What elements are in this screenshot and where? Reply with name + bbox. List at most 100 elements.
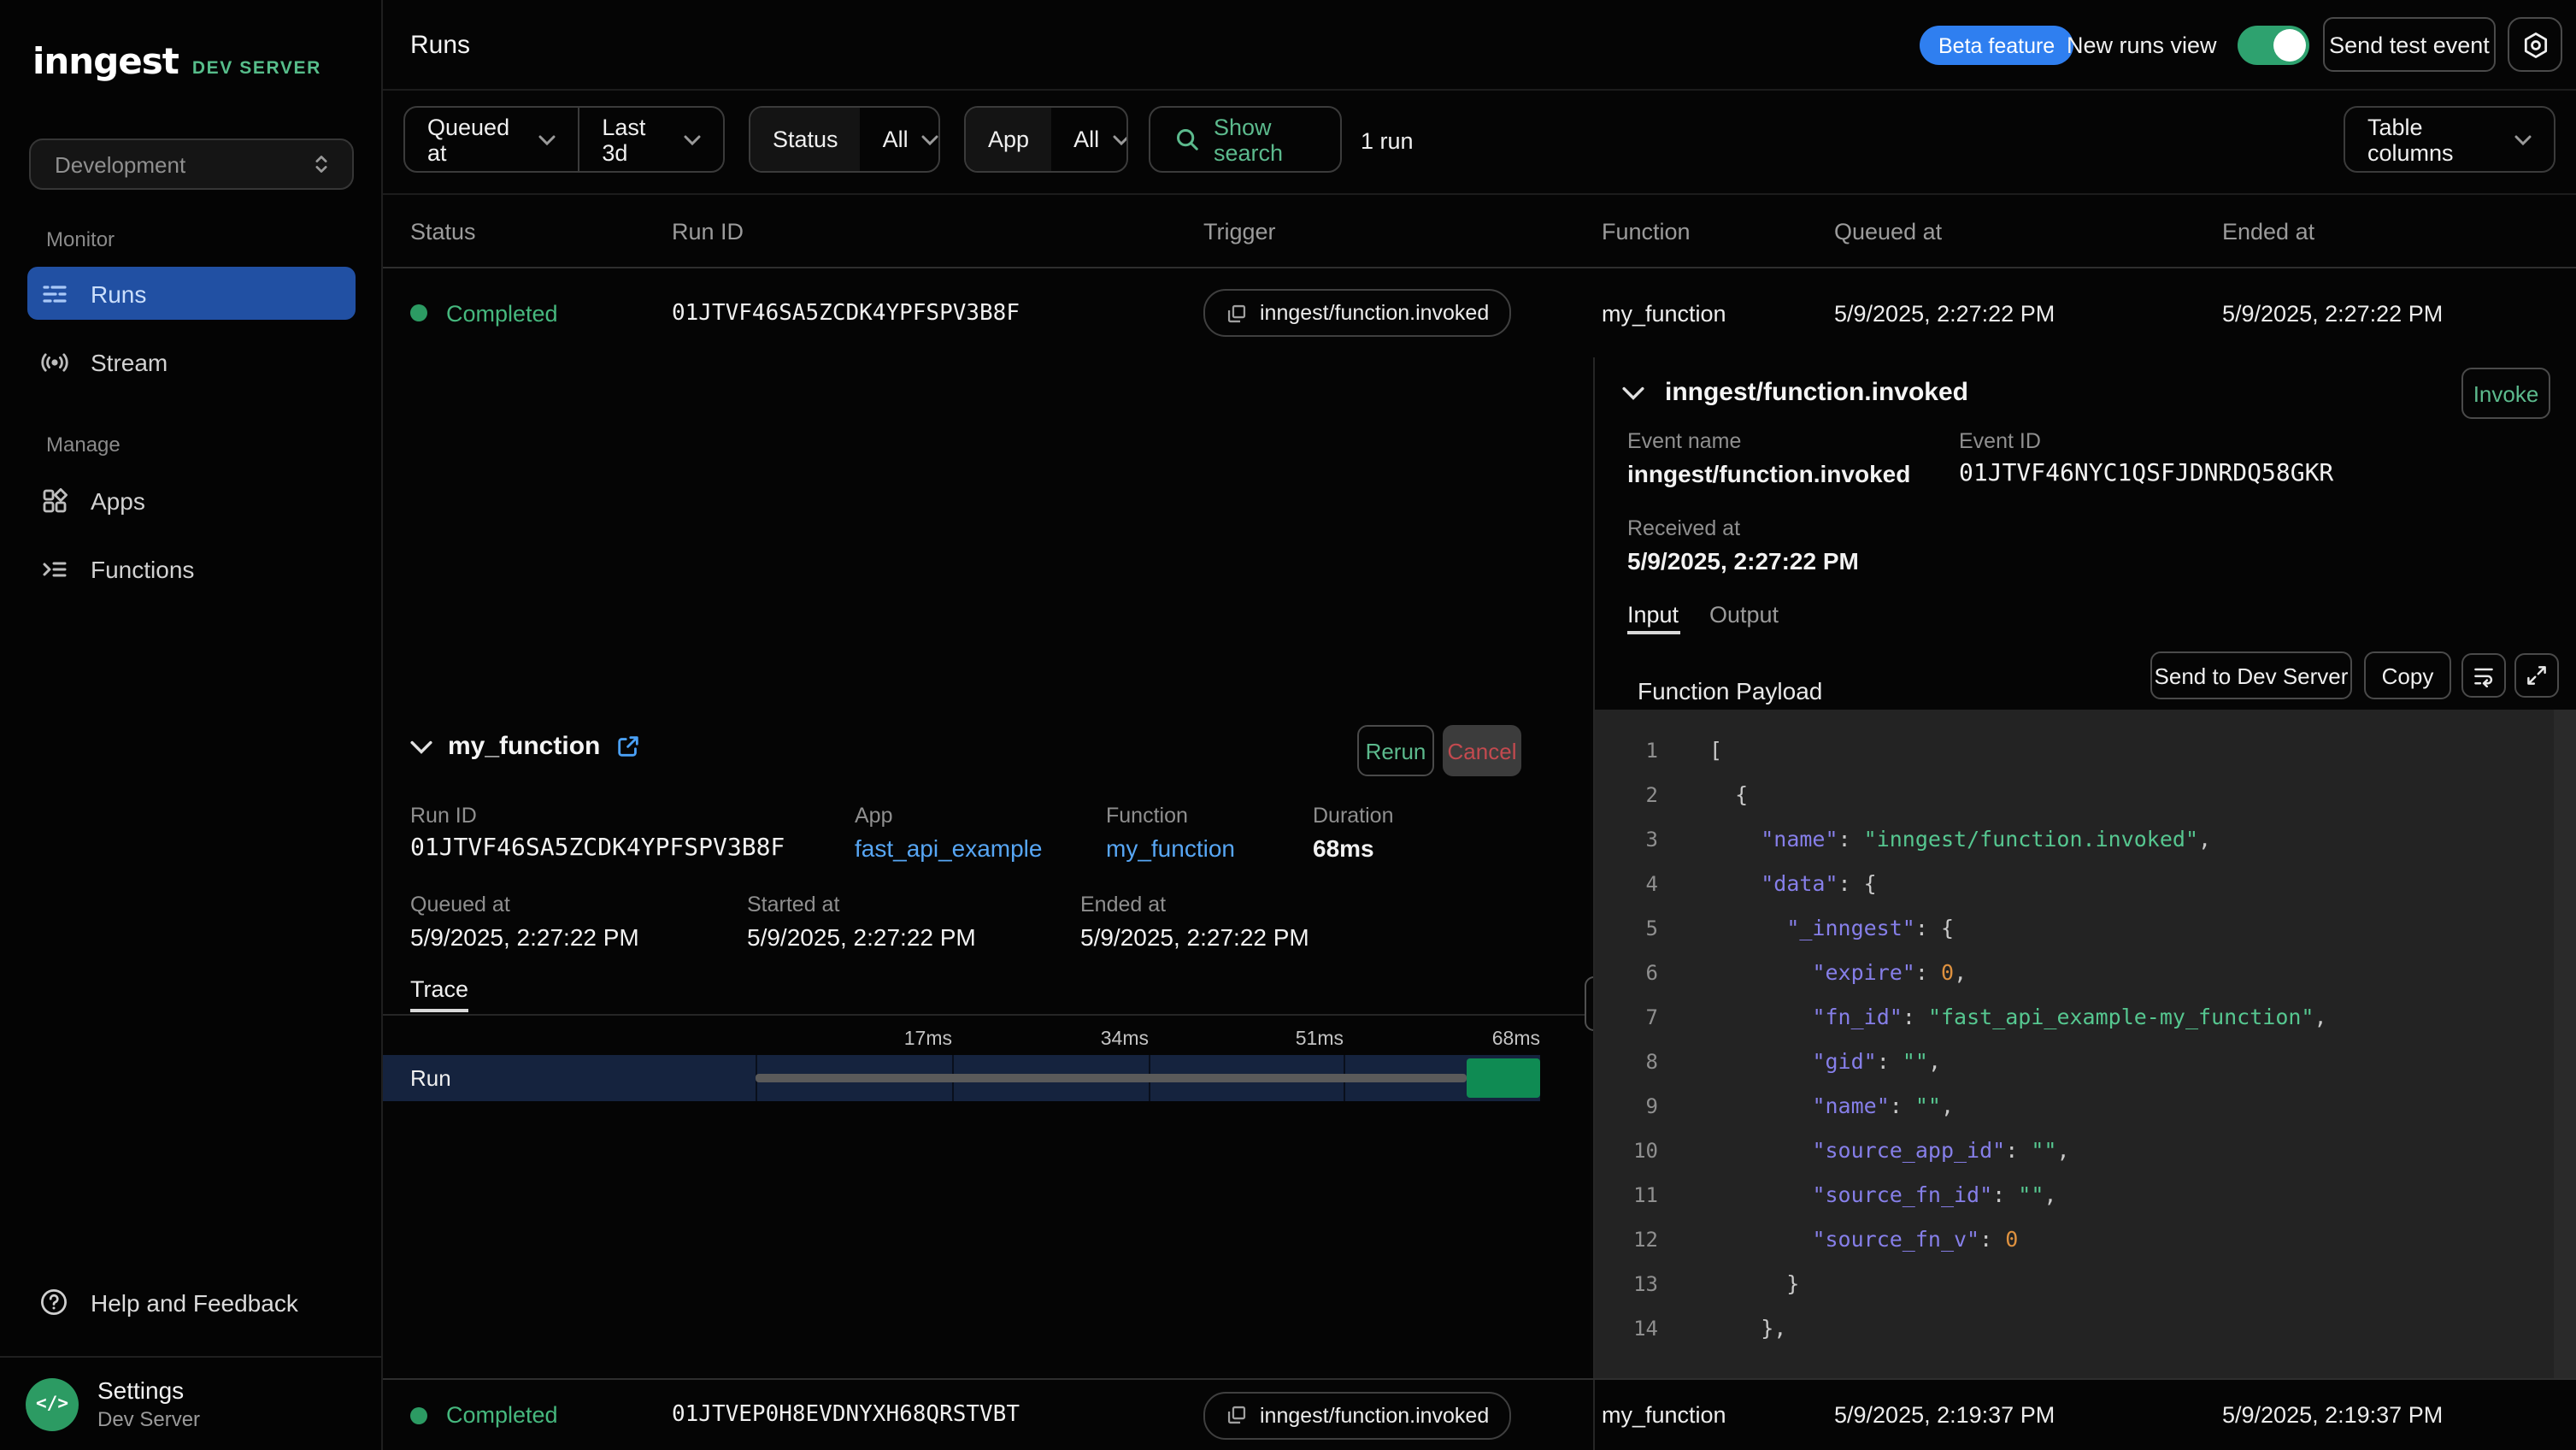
expand-button[interactable] — [2514, 653, 2559, 698]
functions-icon — [41, 555, 68, 582]
table-row[interactable]: Completed 01JTVF46SA5ZCDK4YPFSPV3B8F inn… — [383, 268, 2576, 357]
word-wrap-button[interactable] — [2461, 653, 2506, 698]
field-label: Run ID — [410, 804, 477, 828]
app-filter-label: App — [966, 108, 1051, 171]
code-avatar: </> — [26, 1377, 79, 1430]
sidebar-item-functions[interactable]: Functions — [27, 542, 356, 595]
payload-code-editor[interactable]: 1[2 {3 "name": "inngest/function.invoked… — [1595, 710, 2576, 1378]
status-filter-dropdown[interactable]: All — [861, 108, 940, 171]
dev-server-tag: DEV SERVER — [192, 58, 321, 79]
cancel-button: Cancel — [1443, 725, 1521, 776]
filter-bar: Queued at Last 3d Status All App — [383, 91, 2576, 195]
line-number: 7 — [1595, 995, 1658, 1040]
line-number: 13 — [1595, 1262, 1658, 1306]
code-line: 7 "fn_id": "fast_api_example-my_function… — [1595, 995, 2576, 1040]
sidebar-item-runs[interactable]: Runs — [27, 267, 356, 320]
send-test-event-button[interactable]: Send test event — [2323, 17, 2496, 72]
app-window: inngest DEV SERVER Development Monitor R… — [0, 0, 2576, 1450]
code-line: 14 }, — [1595, 1306, 2576, 1351]
line-number: 8 — [1595, 1040, 1658, 1084]
settings-entry[interactable]: </> Settings Dev Server — [26, 1376, 200, 1431]
app-link[interactable]: fast_api_example — [855, 834, 1043, 862]
code-line: 11 "source_fn_id": "", — [1595, 1173, 2576, 1217]
help-and-feedback[interactable]: Help and Feedback — [39, 1288, 298, 1317]
line-number: 3 — [1595, 817, 1658, 862]
started-at-value: 5/9/2025, 2:27:22 PM — [747, 923, 976, 951]
send-to-dev-server-button[interactable]: Send to Dev Server — [2150, 651, 2352, 699]
show-search-label: Show search — [1214, 114, 1316, 165]
time-field-dropdown[interactable]: Queued at — [405, 108, 579, 171]
line-number: 5 — [1595, 906, 1658, 951]
sidebar-item-label: Functions — [91, 555, 194, 582]
trace-run-row[interactable]: Run — [383, 1055, 1540, 1101]
app-filter: App All — [964, 106, 1128, 173]
line-number: 4 — [1595, 862, 1658, 906]
collapse-chevron-icon[interactable] — [410, 740, 432, 753]
help-icon — [39, 1288, 68, 1317]
rerun-button[interactable]: Rerun — [1357, 725, 1434, 776]
function-cell: my_function — [1602, 1380, 1726, 1450]
settings-gear-button[interactable] — [2508, 17, 2562, 72]
sidebar-item-stream[interactable]: Stream — [27, 335, 356, 388]
trigger-badge[interactable]: inngest/function.invoked — [1203, 1391, 1511, 1439]
time-range-dropdown[interactable]: Last 3d — [579, 108, 723, 171]
active-tab-underline — [1627, 631, 1680, 634]
trace-exec-segment — [1467, 1058, 1540, 1098]
table-header: StatusRun IDTriggerFunctionQueued atEnde… — [383, 195, 2576, 268]
line-number: 12 — [1595, 1217, 1658, 1262]
new-runs-view-toggle[interactable] — [2238, 26, 2309, 65]
code-line: 8 "gid": "", — [1595, 1040, 2576, 1084]
invoke-button[interactable]: Invoke — [2461, 368, 2550, 419]
event-title: inngest/function.invoked — [1665, 378, 1968, 407]
chevron-down-icon — [1113, 134, 1128, 144]
column-header-ended-at: Ended at — [2222, 219, 2314, 245]
table-row[interactable]: Completed 01JTVEP0H8EVDNYXH68QRSTVBT inn… — [383, 1378, 2576, 1450]
received-at-value: 5/9/2025, 2:27:22 PM — [1627, 547, 1859, 575]
tab-output[interactable]: Output — [1709, 602, 1779, 628]
function-cell: my_function — [1602, 268, 1726, 357]
ended-at-cell: 5/9/2025, 2:19:37 PM — [2222, 1380, 2443, 1450]
external-link-icon[interactable] — [615, 734, 641, 759]
status-filter-value: All — [883, 127, 909, 152]
status-label: Completed — [446, 300, 558, 326]
code-scrollbar[interactable] — [2554, 710, 2576, 1378]
show-search-button[interactable]: Show search — [1149, 106, 1342, 173]
tab-input[interactable]: Input — [1627, 602, 1679, 628]
code-lines: 1[2 {3 "name": "inngest/function.invoked… — [1595, 728, 2576, 1351]
code-line: 1[ — [1595, 728, 2576, 773]
collapse-chevron-icon[interactable] — [1622, 386, 1644, 399]
time-field-value: Queued at — [427, 114, 526, 165]
trigger-badge[interactable]: inngest/function.invoked — [1203, 289, 1511, 337]
settings-subtitle: Dev Server — [97, 1407, 200, 1431]
chevron-down-icon — [684, 134, 701, 144]
function-link[interactable]: my_function — [1106, 834, 1235, 862]
code-line: 3 "name": "inngest/function.invoked", — [1595, 817, 2576, 862]
column-header-trigger: Trigger — [1203, 219, 1276, 245]
ended-at-value: 5/9/2025, 2:27:22 PM — [1080, 923, 1309, 951]
environment-select[interactable]: Development — [29, 139, 354, 190]
main-content: Runs Beta feature New runs view Send tes… — [383, 0, 2576, 1450]
status-dot — [410, 304, 427, 321]
tab-trace[interactable]: Trace — [410, 976, 468, 1002]
copy-button[interactable]: Copy — [2364, 651, 2451, 699]
event-name-value: inngest/function.invoked — [1627, 460, 1910, 487]
trace-row-label: Run — [410, 1065, 451, 1091]
trace-tick-label: 51ms — [1241, 1029, 1344, 1050]
logo-wordmark: inngest — [32, 41, 179, 82]
event-copy-icon — [1226, 1404, 1248, 1426]
table-columns-dropdown[interactable]: Table columns — [2344, 106, 2555, 173]
trigger-name: inngest/function.invoked — [1260, 301, 1489, 325]
table-columns-label: Table columns — [2367, 114, 2501, 165]
queued-at-value: 5/9/2025, 2:27:22 PM — [410, 923, 639, 951]
run-id-cell: 01JTVEP0H8EVDNYXH68QRSTVBT — [672, 1380, 1020, 1450]
field-label: Function — [1106, 804, 1188, 828]
field-label: Event name — [1627, 429, 1741, 453]
run-detail-panel: my_function Rerun Cancel Run ID 01JTVF46… — [383, 357, 1593, 1378]
toggle-knob — [2273, 29, 2306, 62]
app-filter-dropdown[interactable]: All — [1051, 108, 1128, 171]
event-copy-icon — [1226, 302, 1248, 324]
sidebar-item-apps[interactable]: Apps — [27, 474, 356, 527]
event-detail-panel: inngest/function.invoked Invoke Event na… — [1593, 357, 2576, 1378]
run-function-title: my_function — [448, 732, 600, 761]
time-filter: Queued at Last 3d — [403, 106, 725, 173]
